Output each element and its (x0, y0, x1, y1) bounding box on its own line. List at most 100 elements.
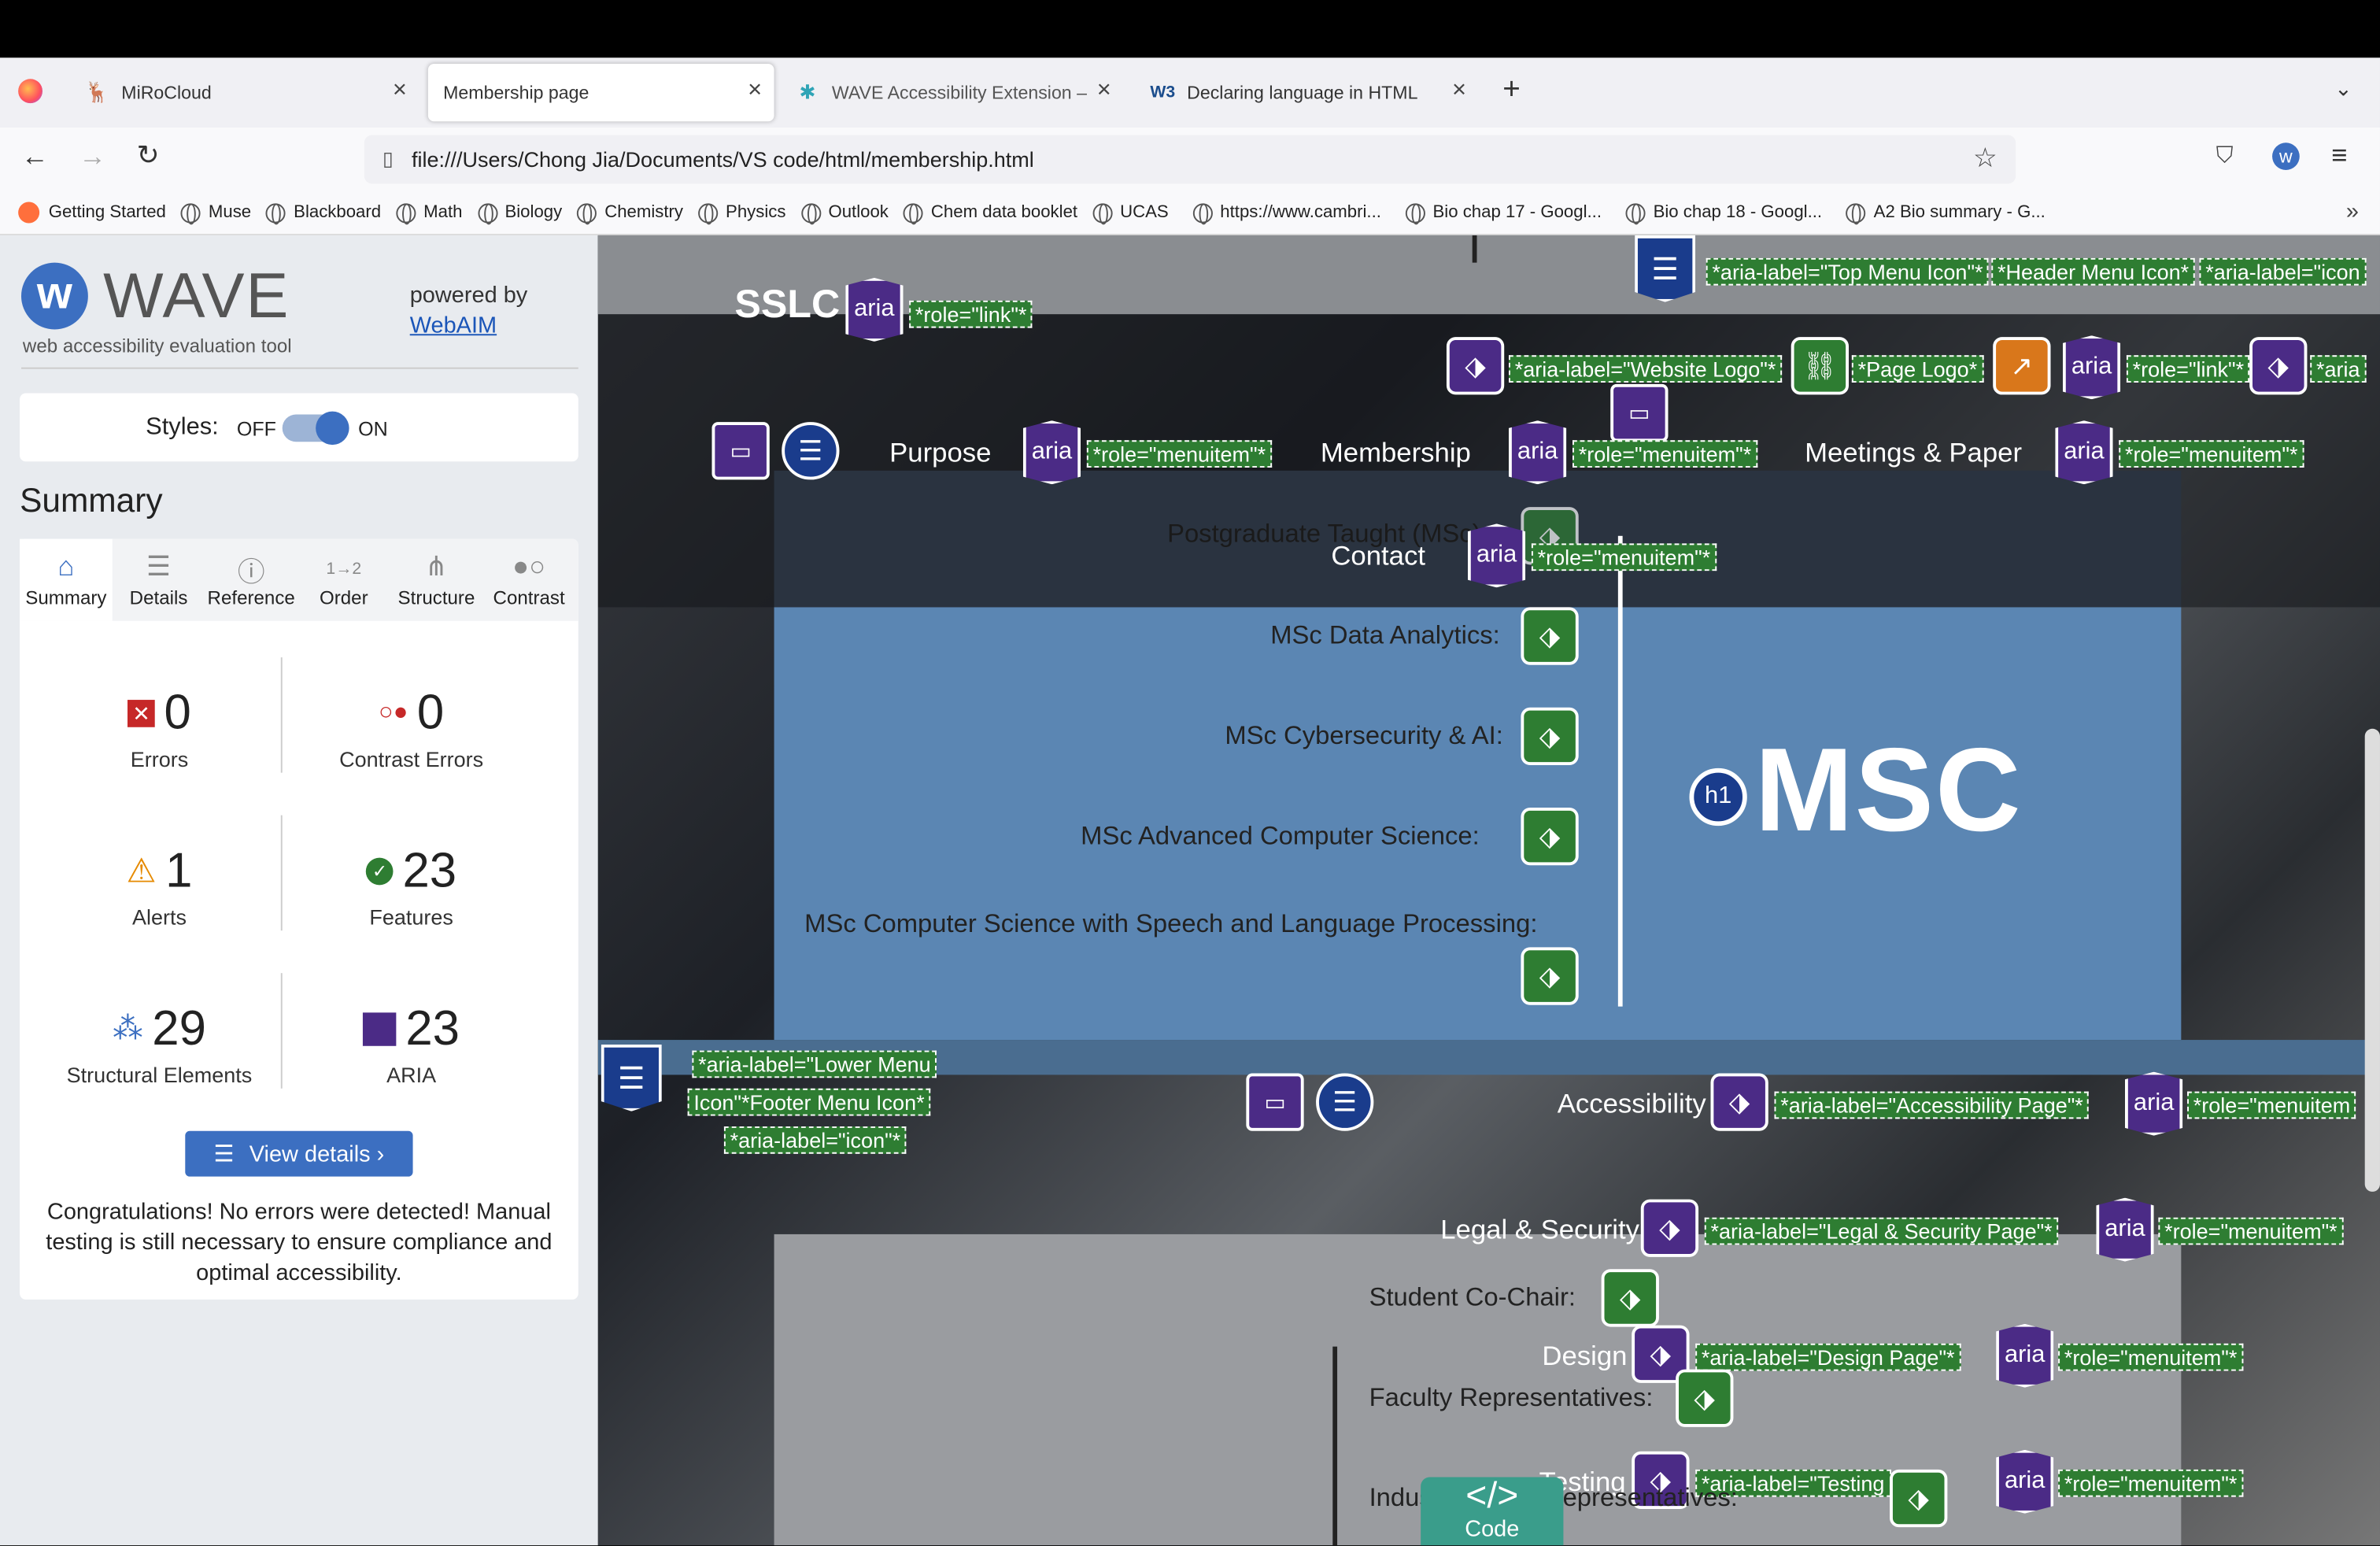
tab-title: Membership page (443, 82, 589, 104)
nav-contact[interactable]: Contact (1331, 541, 1425, 573)
reload-icon[interactable]: ↻ (137, 139, 160, 171)
menu-icon: ▭ (711, 422, 770, 480)
bookmark-outlook[interactable]: Outlook (800, 202, 889, 224)
menu-icon[interactable]: ≡ (2331, 139, 2347, 171)
stat-aria[interactable]: 23 ARIA (290, 1000, 533, 1087)
wave-extension-icon[interactable]: w (2272, 142, 2300, 170)
globe-icon (1192, 202, 1213, 224)
attr-label: *aria-label="icon (2199, 257, 2367, 286)
stat-alerts[interactable]: ⚠ 1 Alerts (38, 842, 281, 929)
stat-errors[interactable]: ✕ 0 Errors (38, 685, 281, 771)
bookmark-bio-18[interactable]: Bio chap 18 - Googl... (1625, 202, 1822, 224)
footer-nav-legal-security[interactable]: Legal & Security (1440, 1215, 1639, 1246)
code-button-label: Code (1465, 1516, 1520, 1543)
attr-label: *aria-label="Website Logo"* (1508, 355, 1783, 383)
code-button[interactable]: </> Code (1421, 1477, 1564, 1546)
success-message: Congratulations! No errors were detected… (46, 1199, 552, 1286)
tab-list-chevron-icon[interactable]: ⌄ (2334, 76, 2352, 102)
tab-reference[interactable]: ⓘ Reference (205, 551, 298, 609)
close-icon[interactable]: × (1097, 77, 1111, 105)
divider (20, 367, 578, 369)
bookmark-biology[interactable]: Biology (477, 202, 562, 224)
attr-label: *role="menuitem"* (1086, 440, 1272, 468)
bookmark-bio-17[interactable]: Bio chap 17 - Googl... (1405, 202, 1602, 224)
tab-summary[interactable]: ⌂ Summary (20, 551, 113, 608)
bookmark-ucas[interactable]: UCAS (1092, 202, 1169, 224)
bookmark-cambridge[interactable]: https://www.cambri... (1192, 202, 1381, 224)
nav-meetings-paper[interactable]: Meetings & Paper (1805, 437, 2022, 469)
header-menu-doc-icon: ☰ (1635, 235, 1696, 302)
footer-menu-doc-icon: ☰ (601, 1044, 662, 1111)
error-icon: ✕ (128, 699, 155, 727)
bookmark-physics[interactable]: Physics (698, 202, 786, 224)
wave-sidebar: w WAVE web accessibility evaluation tool… (0, 235, 598, 1546)
attr-label: *role="link"* (2126, 355, 2250, 383)
webaim-link[interactable]: WebAIM (410, 313, 497, 338)
globe-icon (396, 202, 416, 224)
nav-purpose[interactable]: Purpose (889, 437, 991, 469)
bookmark-blackboard[interactable]: Blackboard (266, 202, 381, 224)
page-scrollbar[interactable] (2364, 728, 2380, 1192)
bookmark-star-icon[interactable]: ☆ (1973, 142, 1998, 174)
tab-structure[interactable]: ⋔ Structure (390, 551, 483, 608)
tab-title: WAVE Accessibility Extension – (831, 82, 1088, 104)
list-icon: ☰ (146, 551, 172, 582)
tab-label: Summary (25, 587, 107, 609)
tab-label: Order (319, 587, 368, 609)
tab-declaring-language[interactable]: W3 Declaring language in HTML × (1136, 64, 1479, 121)
site-brand[interactable]: SSLC (734, 281, 840, 328)
url-bar[interactable]: ▯ file:///Users/Chong Jia/Documents/VS c… (364, 135, 2016, 184)
close-icon[interactable]: × (393, 77, 407, 105)
bookmark-label: A2 Bio summary - G... (1873, 203, 2046, 222)
firefox-icon[interactable] (18, 79, 42, 104)
attr-label: *role="menuitem"* (2058, 1469, 2244, 1497)
bookmark-label: Getting Started (48, 203, 166, 222)
globe-icon (1625, 202, 1646, 224)
attr-label: *aria (2310, 355, 2367, 383)
tab-order[interactable]: 1→2 Order (298, 551, 390, 609)
navigation-toolbar: ← → ↻ ▯ file:///Users/Chong Jia/Document… (0, 127, 2380, 191)
stat-label: Alerts (131, 904, 187, 930)
wave-puzzle-icon: ✱ (799, 80, 816, 104)
bookmarks-toolbar: Getting Started Muse Blackboard Math Bio… (0, 190, 2380, 235)
new-tab-icon[interactable]: + (1502, 73, 1521, 108)
bookmark-muse[interactable]: Muse (181, 202, 251, 224)
globe-icon (181, 202, 201, 224)
more-bookmarks-icon[interactable]: » (2346, 199, 2359, 225)
stat-features[interactable]: ✓ 23 Features (290, 842, 533, 929)
pocket-icon[interactable]: ⛉ (2216, 142, 2234, 168)
bookmark-a2-bio[interactable]: A2 Bio summary - G... (1846, 202, 2046, 224)
styles-toggle[interactable] (282, 411, 349, 446)
bookmark-math[interactable]: Math (396, 202, 462, 224)
tag-icon: ⬗ (1601, 1269, 1659, 1327)
close-icon[interactable]: × (1452, 77, 1466, 105)
feature-check-icon: ✓ (366, 856, 394, 885)
tab-wave-extension[interactable]: ✱ WAVE Accessibility Extension – × (780, 64, 1123, 121)
stat-label: ARIA (386, 1062, 437, 1087)
tag-icon: ⬗ (1710, 1073, 1768, 1131)
tab-membership[interactable]: Membership page × (427, 63, 774, 122)
bookmark-getting-started[interactable]: Getting Started (18, 202, 166, 224)
globe-icon (904, 202, 924, 224)
bookmark-chemistry[interactable]: Chemistry (577, 202, 683, 224)
back-icon[interactable]: ← (21, 141, 49, 172)
attr-label: *role="menuitem"* (1531, 543, 1717, 571)
globe-icon (577, 202, 597, 224)
stat-value: 0 (416, 684, 445, 740)
view-details-button[interactable]: ☰ View details › (185, 1130, 413, 1177)
tab-details[interactable]: ☰ Details (113, 551, 205, 608)
attr-label: *aria-label="Lower Menu (692, 1050, 937, 1078)
tab-bar: 🦌 MiRoCloud × Membership page × ✱ WAVE A… (0, 57, 2380, 128)
alert-icon: ⚠ (126, 850, 157, 890)
tab-mirocloud[interactable]: 🦌 MiRoCloud × (70, 64, 419, 121)
forward-icon[interactable]: → (79, 141, 106, 172)
footer-nav-accessibility[interactable]: Accessibility (1558, 1089, 1706, 1121)
bookmark-label: Physics (726, 203, 786, 222)
bookmark-chem-data[interactable]: Chem data booklet (904, 202, 1077, 224)
tab-contrast[interactable]: ●○ Contrast (482, 551, 575, 608)
nav-membership[interactable]: Membership (1321, 437, 1471, 469)
stat-contrast-errors[interactable]: ○● 0 Contrast Errors (290, 685, 533, 771)
footer-nav-design[interactable]: Design (1542, 1341, 1627, 1373)
stat-structural[interactable]: ⁂ 29 Structural Elements (38, 1000, 281, 1087)
close-icon[interactable]: × (748, 77, 762, 105)
